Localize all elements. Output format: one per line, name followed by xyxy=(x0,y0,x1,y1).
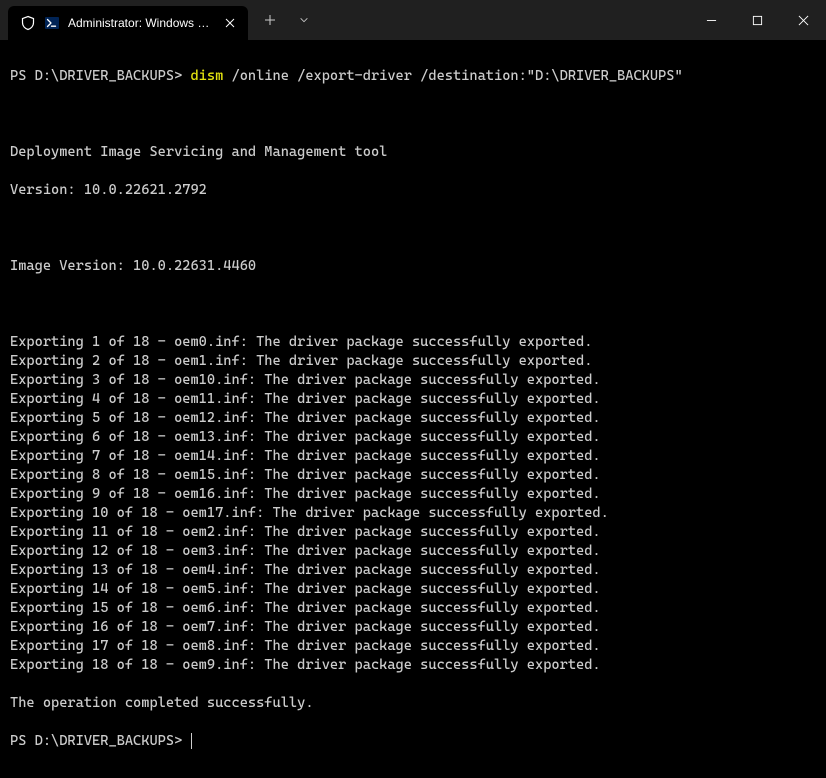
final-prompt-line: PS D:\DRIVER_BACKUPS> xyxy=(10,732,816,751)
shield-icon xyxy=(20,15,36,31)
export-line: Exporting 3 of 18 - oem10.inf: The drive… xyxy=(10,371,816,390)
tab-dropdown-button[interactable] xyxy=(288,4,320,36)
export-line: Exporting 2 of 18 - oem1.inf: The driver… xyxy=(10,352,816,371)
command-line: PS D:\DRIVER_BACKUPS> dism /online /expo… xyxy=(10,67,816,86)
command-args: /online /export-driver /destination:"D:\… xyxy=(231,68,682,84)
export-line: Exporting 17 of 18 - oem8.inf: The drive… xyxy=(10,637,816,656)
export-line: Exporting 1 of 18 - oem0.inf: The driver… xyxy=(10,333,816,352)
export-line: Exporting 4 of 18 - oem11.inf: The drive… xyxy=(10,390,816,409)
export-line: Exporting 10 of 18 - oem17.inf: The driv… xyxy=(10,504,816,523)
export-line: Exporting 13 of 18 - oem4.inf: The drive… xyxy=(10,561,816,580)
export-line: Exporting 11 of 18 - oem2.inf: The drive… xyxy=(10,523,816,542)
tab-lead xyxy=(0,0,8,40)
export-line: Exporting 15 of 18 - oem6.inf: The drive… xyxy=(10,599,816,618)
powershell-icon xyxy=(44,15,60,31)
tab-close-button[interactable] xyxy=(222,15,238,31)
blank-line xyxy=(10,105,816,124)
image-version-line: Image Version: 10.0.22631.4460 xyxy=(10,257,816,276)
titlebar-spacer[interactable] xyxy=(320,0,688,40)
prompt-path: PS D:\DRIVER_BACKUPS> xyxy=(10,68,182,84)
minimize-button[interactable] xyxy=(688,0,734,40)
export-line: Exporting 14 of 18 - oem5.inf: The drive… xyxy=(10,580,816,599)
blank-line xyxy=(10,219,816,238)
export-line: Exporting 7 of 18 - oem14.inf: The drive… xyxy=(10,447,816,466)
maximize-button[interactable] xyxy=(734,0,780,40)
export-line: Exporting 18 of 18 - oem9.inf: The drive… xyxy=(10,656,816,675)
version-line: Version: 10.0.22621.2792 xyxy=(10,181,816,200)
blank-line xyxy=(10,295,816,314)
export-line: Exporting 9 of 18 - oem16.inf: The drive… xyxy=(10,485,816,504)
active-tab[interactable]: Administrator: Windows Powe xyxy=(8,6,248,40)
window-controls xyxy=(688,0,826,40)
terminal-output[interactable]: PS D:\DRIVER_BACKUPS> dism /online /expo… xyxy=(0,40,826,778)
final-prompt: PS D:\DRIVER_BACKUPS> xyxy=(10,733,182,749)
tab-title: Administrator: Windows Powe xyxy=(68,16,214,30)
cursor xyxy=(191,733,192,749)
tab-actions xyxy=(248,0,320,40)
new-tab-button[interactable] xyxy=(254,4,286,36)
export-lines-block: Exporting 1 of 18 - oem0.inf: The driver… xyxy=(10,333,816,675)
command-name: dism xyxy=(190,68,223,84)
export-line: Exporting 5 of 18 - oem12.inf: The drive… xyxy=(10,409,816,428)
titlebar: Administrator: Windows Powe xyxy=(0,0,826,40)
export-line: Exporting 8 of 18 - oem15.inf: The drive… xyxy=(10,466,816,485)
completion-line: The operation completed successfully. xyxy=(10,694,816,713)
tool-header: Deployment Image Servicing and Managemen… xyxy=(10,143,816,162)
export-line: Exporting 12 of 18 - oem3.inf: The drive… xyxy=(10,542,816,561)
close-button[interactable] xyxy=(780,0,826,40)
export-line: Exporting 6 of 18 - oem13.inf: The drive… xyxy=(10,428,816,447)
